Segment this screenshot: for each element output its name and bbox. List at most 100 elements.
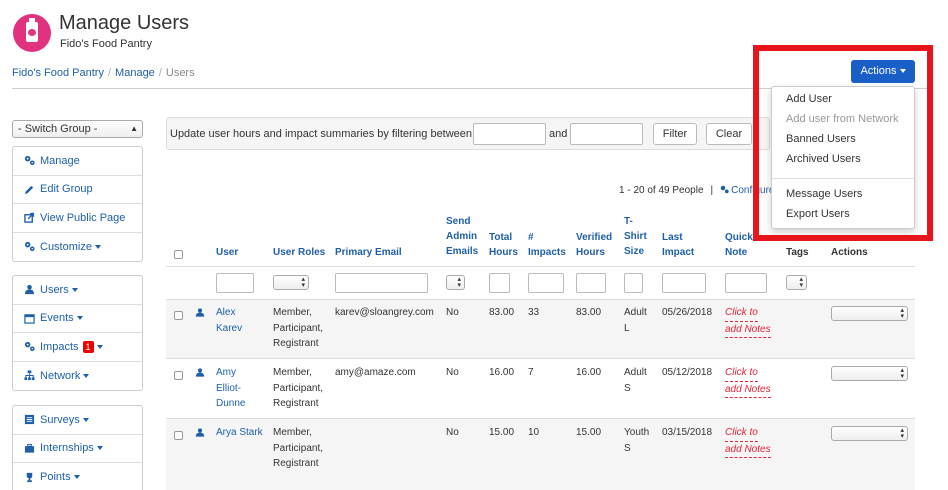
tshirt-size: Youth S bbox=[624, 427, 650, 454]
verified-hours-filter-input[interactable] bbox=[576, 273, 606, 293]
user-roles: Member, Participant, Registrant bbox=[273, 367, 324, 409]
verified-hours: 15.00 bbox=[576, 427, 602, 438]
user-filter-input[interactable] bbox=[216, 273, 254, 293]
pagination-info: 1 - 20 of 49 People | Configure bbox=[619, 185, 775, 196]
sitemap-icon bbox=[24, 370, 35, 381]
filter-and-label: and bbox=[549, 128, 568, 140]
send-admin-emails: No bbox=[446, 367, 459, 378]
header-divider bbox=[166, 266, 915, 267]
verified-hours: 16.00 bbox=[576, 367, 602, 378]
sidebar-item-network[interactable]: Network bbox=[13, 362, 142, 391]
column-header-quick-note[interactable]: Quick Note bbox=[725, 230, 753, 260]
tags-filter-select[interactable]: ▴ ▾ bbox=[786, 275, 807, 290]
sidebar-item-internships[interactable]: Internships bbox=[13, 435, 142, 463]
highlight-box bbox=[753, 45, 933, 241]
page-subtitle: Fido's Food Pantry bbox=[60, 38, 152, 50]
sidebar-item-surveys[interactable]: Surveys bbox=[13, 406, 142, 435]
caret-down-icon bbox=[83, 373, 90, 378]
user-email: karev@sloangrey.com bbox=[335, 307, 434, 318]
last-impact-date: 03/15/2018 bbox=[662, 427, 713, 438]
tshirt-filter-input[interactable] bbox=[624, 273, 643, 293]
send-admin-emails: No bbox=[446, 307, 459, 318]
tshirt-size: Adult S bbox=[624, 367, 647, 394]
user-icon bbox=[195, 308, 205, 317]
total-hours: 83.00 bbox=[489, 307, 515, 318]
breadcrumb-manage-link[interactable]: Manage bbox=[115, 67, 155, 79]
switch-group-select[interactable]: - Switch Group - ▲ bbox=[12, 120, 143, 138]
total-hours-filter-input[interactable] bbox=[489, 273, 510, 293]
select-all-checkbox[interactable] bbox=[174, 250, 183, 259]
impacts-count: 10 bbox=[528, 427, 540, 438]
sidebar-item-users[interactable]: Users bbox=[13, 276, 142, 305]
row-checkbox[interactable] bbox=[174, 431, 183, 440]
list-icon bbox=[24, 415, 35, 425]
breadcrumb-org-link[interactable]: Fido's Food Pantry bbox=[12, 67, 104, 79]
gears-icon bbox=[24, 242, 35, 252]
impacts-filter-input[interactable] bbox=[528, 273, 564, 293]
column-header-email[interactable]: Primary Email bbox=[335, 245, 402, 260]
breadcrumb-separator: / bbox=[107, 67, 112, 79]
roles-filter-select[interactable]: ▴ ▾ bbox=[273, 275, 309, 290]
filter-button[interactable]: Filter bbox=[653, 123, 697, 145]
gears-icon bbox=[720, 185, 729, 194]
tshirt-size: Adult L bbox=[624, 307, 647, 334]
user-roles: Member, Participant, Registrant bbox=[273, 427, 324, 469]
filter-description: Update user hours and impact summaries b… bbox=[170, 128, 473, 140]
caret-down-icon bbox=[94, 244, 101, 249]
clear-button[interactable]: Clear bbox=[706, 123, 752, 145]
send-emails-filter-select[interactable]: ▴ ▾ bbox=[446, 275, 465, 290]
column-header-tags: Tags bbox=[786, 247, 809, 258]
quick-note-link[interactable]: Click to add Notes bbox=[725, 425, 771, 458]
user-name-link[interactable]: Alex Karev bbox=[216, 305, 242, 336]
user-name-link[interactable]: Arya Stark bbox=[216, 425, 263, 441]
column-header-last-impact[interactable]: Last Impact bbox=[662, 230, 694, 260]
sidebar-item-customize[interactable]: Customize bbox=[13, 233, 142, 262]
breadcrumb: Fido's Food Pantry / Manage / Users bbox=[12, 67, 195, 79]
row-actions-select[interactable]: ▴ ▾ bbox=[831, 366, 908, 381]
last-impact-filter-input[interactable] bbox=[662, 273, 706, 293]
page-title: Manage Users bbox=[59, 12, 190, 34]
quick-note-link[interactable]: Click to add Notes bbox=[725, 365, 771, 398]
sidebar-item-impacts[interactable]: Impacts 1 bbox=[13, 333, 142, 362]
user-name-link[interactable]: Amy Elliot- Dunne bbox=[216, 365, 245, 412]
sidebar-item-edit-group[interactable]: Edit Group bbox=[13, 176, 142, 204]
last-impact-date: 05/12/2018 bbox=[662, 367, 713, 378]
column-header-user[interactable]: User bbox=[216, 245, 238, 260]
row-checkbox[interactable] bbox=[174, 371, 183, 380]
sidebar-item-points[interactable]: Points bbox=[13, 463, 142, 490]
filter-start-date-input[interactable] bbox=[473, 123, 546, 145]
sidebar-tools-section: Surveys Internships Points bbox=[12, 405, 143, 490]
row-actions-select[interactable]: ▴ ▾ bbox=[831, 426, 908, 441]
filter-end-date-input[interactable] bbox=[570, 123, 643, 145]
send-admin-emails: No bbox=[446, 427, 459, 438]
briefcase-icon bbox=[24, 443, 35, 453]
breadcrumb-separator: / bbox=[158, 67, 162, 79]
trophy-icon bbox=[26, 472, 33, 482]
sidebar-item-events[interactable]: Events bbox=[13, 305, 142, 333]
pagination-range: 1 - 20 of 49 People bbox=[619, 185, 704, 196]
sidebar-item-view-public-page[interactable]: View Public Page bbox=[13, 204, 142, 233]
column-header-total-hours[interactable]: Total Hours bbox=[489, 230, 518, 260]
caret-down-icon bbox=[71, 287, 78, 292]
user-icon bbox=[195, 368, 205, 377]
column-header-tshirt-size[interactable]: T- Shirt Size bbox=[624, 214, 647, 259]
total-hours: 15.00 bbox=[489, 427, 515, 438]
column-header-roles[interactable]: User Roles bbox=[273, 245, 325, 260]
column-header-impacts[interactable]: # Impacts bbox=[528, 230, 566, 260]
email-filter-input[interactable] bbox=[335, 273, 428, 293]
caret-down-icon bbox=[96, 344, 103, 349]
row-checkbox[interactable] bbox=[174, 311, 183, 320]
sidebar-manage-section: Manage Edit Group View Public Page Custo… bbox=[12, 146, 143, 262]
gears-icon bbox=[24, 342, 35, 352]
row-actions-select[interactable]: ▴ ▾ bbox=[831, 306, 908, 321]
impacts-count: 33 bbox=[528, 307, 540, 318]
column-header-send-admin-emails[interactable]: Send Admin Emails bbox=[446, 214, 478, 259]
column-header-actions: Actions bbox=[831, 247, 868, 258]
user-icon bbox=[195, 428, 205, 437]
quick-note-filter-input[interactable] bbox=[725, 273, 767, 293]
breadcrumb-current: Users bbox=[165, 67, 195, 79]
column-header-verified-hours[interactable]: Verified Hours bbox=[576, 230, 612, 260]
quick-note-link[interactable]: Click to add Notes bbox=[725, 305, 771, 338]
caret-down-icon bbox=[96, 446, 103, 451]
sidebar-item-manage[interactable]: Manage bbox=[13, 147, 142, 176]
